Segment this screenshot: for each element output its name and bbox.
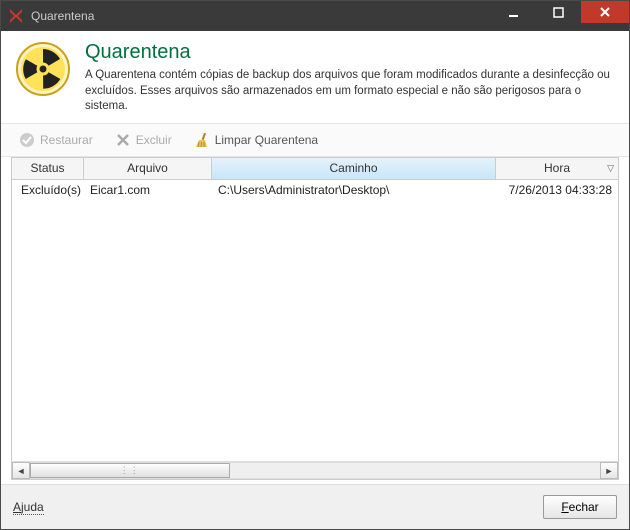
quarantine-table: Status Arquivo Caminho Hora ▽ Excluído(s…: [11, 157, 619, 480]
toolbar: Restaurar Excluir Limpar Quarentena: [1, 123, 629, 157]
close-icon: [599, 6, 611, 18]
scroll-thumb[interactable]: ⋮⋮: [30, 463, 230, 478]
cell-path: C:\Users\Administrator\Desktop\: [212, 183, 496, 197]
minimize-icon: [508, 7, 519, 18]
help-link[interactable]: Ajuda: [13, 500, 44, 515]
restore-button[interactable]: Restaurar: [15, 130, 97, 150]
scroll-left-button[interactable]: ◄: [12, 462, 30, 479]
scroll-right-button[interactable]: ►: [600, 462, 618, 479]
close-button[interactable]: Fechar: [543, 495, 617, 519]
broom-icon: [194, 132, 210, 148]
delete-button[interactable]: Excluir: [111, 130, 176, 150]
cell-file: Eicar1.com: [84, 183, 212, 197]
page-title: Quarentena: [85, 41, 615, 64]
page-description: A Quarentena contém cópias de backup dos…: [85, 68, 615, 115]
header-texts: Quarentena A Quarentena contém cópias de…: [85, 41, 615, 115]
table-header: Status Arquivo Caminho Hora ▽: [12, 158, 618, 180]
scroll-grip-icon: ⋮⋮: [120, 465, 140, 476]
column-header-time-label: Hora: [544, 161, 570, 175]
column-header-file[interactable]: Arquivo: [84, 158, 212, 179]
clear-label: Limpar Quarentena: [215, 133, 318, 147]
column-header-time[interactable]: Hora ▽: [496, 158, 618, 179]
cell-status: Excluído(s): [12, 183, 84, 197]
status-text: Excluído(s): [21, 183, 81, 197]
help-label: Ajuda: [13, 500, 44, 514]
hazard-icon: [15, 41, 71, 97]
window-title: Quarentena: [31, 9, 94, 23]
table-row[interactable]: Excluído(s) Eicar1.com C:\Users\Administ…: [12, 180, 618, 200]
quarantine-window: Quarentena: [0, 0, 630, 530]
column-header-status[interactable]: Status: [12, 158, 84, 179]
minimize-button[interactable]: [491, 1, 536, 23]
cell-time: 7/26/2013 04:33:28: [496, 183, 618, 197]
app-icon: [7, 7, 25, 25]
sort-indicator-icon: ▽: [607, 163, 614, 174]
clear-quarantine-button[interactable]: Limpar Quarentena: [190, 130, 322, 150]
close-button-label: Fechar: [561, 500, 598, 514]
titlebar[interactable]: Quarentena: [1, 1, 629, 31]
header-area: Quarentena A Quarentena contém cópias de…: [1, 31, 629, 123]
delete-label: Excluir: [136, 133, 172, 147]
maximize-icon: [553, 7, 564, 18]
maximize-button[interactable]: [536, 1, 581, 23]
column-header-path-label: Caminho: [329, 161, 377, 175]
check-icon: [19, 132, 35, 148]
horizontal-scrollbar[interactable]: ◄ ⋮⋮ ►: [12, 461, 618, 479]
column-header-path[interactable]: Caminho: [212, 158, 496, 179]
window-controls: [491, 1, 629, 31]
scroll-track[interactable]: ⋮⋮: [30, 462, 600, 479]
table-body[interactable]: Excluído(s) Eicar1.com C:\Users\Administ…: [12, 180, 618, 461]
x-icon: [115, 132, 131, 148]
footer: Ajuda Fechar: [1, 484, 629, 529]
close-window-button[interactable]: [581, 1, 629, 23]
restore-label: Restaurar: [40, 133, 93, 147]
